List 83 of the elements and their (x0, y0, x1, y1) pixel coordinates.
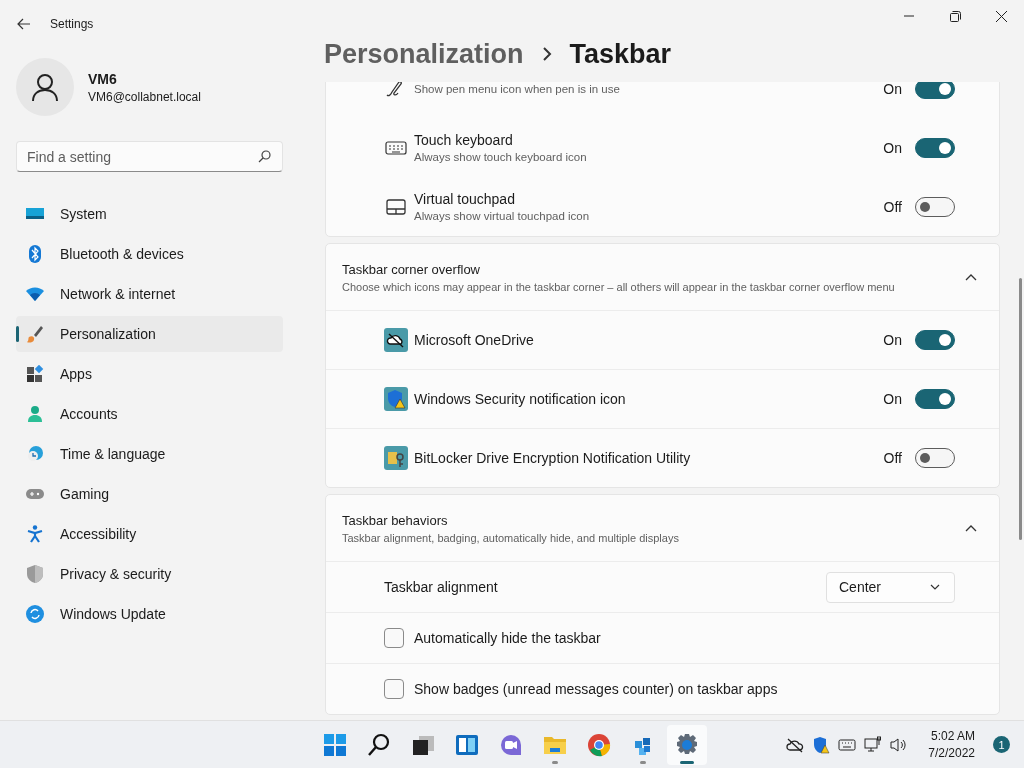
setting-label: Touch keyboard (414, 132, 514, 148)
toggle-state: Off (883, 450, 902, 466)
nav-item[interactable]: Privacy & security (16, 556, 283, 592)
network-icon (864, 735, 883, 754)
setting-label: BitLocker Drive Encryption Notification Utility (414, 450, 691, 466)
widgets-icon (455, 732, 479, 757)
setting-description: Always show virtual touchpad icon (414, 210, 590, 222)
setting-label: Windows Security notification icon (414, 391, 626, 407)
toggle-state: On (883, 391, 902, 407)
key-icon (384, 446, 408, 470)
nav-item[interactable]: Time & language (16, 436, 283, 472)
search-icon (367, 732, 391, 757)
nav-item[interactable]: Accessibility (16, 516, 283, 552)
clock-time: 5:02 AM (930, 729, 975, 743)
cloud-offline-icon (786, 736, 805, 753)
toggle-switch[interactable] (915, 389, 955, 409)
keyboard-icon (838, 737, 857, 752)
back-arrow-icon (17, 18, 31, 30)
section-title: Taskbar behaviors (342, 512, 449, 528)
nav-item[interactable]: Accounts (16, 396, 283, 432)
nav-item[interactable]: Gaming (16, 476, 283, 512)
checkbox[interactable] (384, 628, 404, 648)
caret-icon (930, 584, 940, 590)
video-chat-icon (499, 732, 523, 757)
cloud-icon (384, 328, 408, 352)
speaker-icon (890, 736, 909, 753)
nav-item[interactable]: System (16, 196, 283, 232)
person-icon (26, 405, 44, 423)
windows-logo-icon (323, 732, 347, 757)
checkbox[interactable] (384, 679, 404, 699)
globe-clock-icon (26, 445, 44, 463)
setting-description: Show pen menu icon when pen is in use (414, 82, 620, 95)
chevron-icon (965, 524, 977, 532)
nav-item[interactable]: Windows Update (16, 596, 283, 632)
chevron-icon (965, 273, 977, 281)
toggle-switch[interactable] (915, 330, 955, 350)
breadcrumb-link[interactable]: Personalization (324, 38, 524, 70)
restore-icon (949, 10, 961, 22)
search-field[interactable]: Find a setting (16, 141, 283, 172)
toggle-state: Off (883, 198, 902, 215)
nav-item[interactable]: Network & internet (16, 276, 283, 312)
toggle-switch[interactable] (915, 137, 955, 158)
section-description: Taskbar alignment, badging, automatically hide, and multiple displays (342, 531, 679, 544)
browser-icon (587, 732, 611, 757)
checkbox-label: Show badges (unread messages counter) on taskbar apps (414, 681, 778, 697)
checkbox-label: Automatically hide the taskbar (414, 630, 601, 646)
taskbar-button[interactable] (667, 724, 707, 765)
bluetooth-icon (26, 245, 44, 263)
wifi-icon (26, 285, 44, 303)
nav-item[interactable]: Bluetooth & devices (16, 236, 283, 272)
setting-label: Taskbar alignment (384, 579, 498, 595)
nav-item[interactable]: Personalization (16, 316, 283, 352)
paintbrush-icon (26, 325, 44, 343)
settings-icon (675, 732, 699, 757)
window-title: Settings (50, 17, 94, 31)
shield-icon (26, 565, 44, 583)
user-email: VM6@collabnet.local (88, 89, 201, 104)
refresh-icon (26, 605, 44, 623)
toggle-state: On (883, 139, 902, 156)
section-title: Taskbar corner overflow (342, 261, 481, 277)
toggle-switch[interactable] (915, 448, 955, 468)
scrollbar[interactable] (1019, 278, 1022, 540)
shield-warning-icon (812, 735, 831, 754)
user-name: VM6 (88, 70, 118, 87)
toggle-state: On (883, 82, 902, 97)
apps-icon (26, 365, 44, 383)
toggle-switch[interactable] (915, 82, 955, 99)
toggle-switch[interactable] (915, 196, 955, 217)
setting-label: Microsoft OneDrive (414, 332, 534, 348)
toggle-state: On (883, 332, 902, 348)
notification-badge[interactable]: 1 (993, 736, 1010, 753)
chevron-right-icon (541, 47, 552, 61)
shield-warning-icon (384, 387, 408, 411)
page-title: Taskbar (569, 38, 672, 70)
close-icon (995, 10, 1007, 22)
clock-date: 7/2/2022 (928, 746, 975, 760)
alignment-dropdown[interactable]: Center (826, 571, 955, 603)
section-description: Choose which icons may appear in the taskbar corner – all others will appear in the taskbar corner overflow menu (342, 280, 895, 293)
setting-description: Always show touch keyboard icon (414, 151, 587, 163)
accessibility-icon (26, 525, 44, 543)
setting-label: Virtual touchpad (414, 191, 516, 207)
nav-item[interactable]: Apps (16, 356, 283, 392)
search-icon (258, 150, 271, 163)
